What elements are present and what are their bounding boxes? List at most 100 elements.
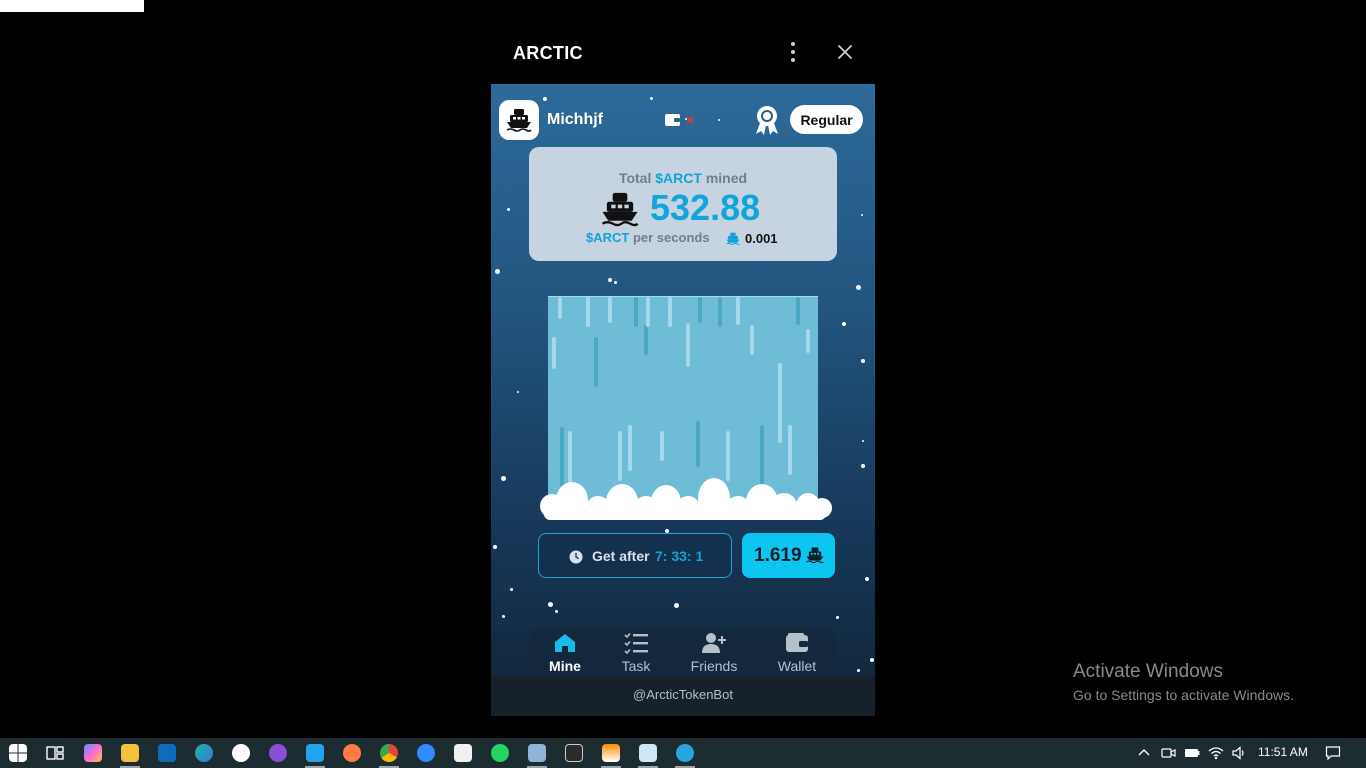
- ice-drip: [698, 297, 702, 323]
- task-view-icon[interactable]: [46, 744, 64, 762]
- snowflake: [502, 615, 505, 618]
- window-title: ARCTIC: [513, 43, 583, 63]
- ice-drip: [646, 297, 650, 327]
- system-clock[interactable]: 11:51 AM: [1258, 745, 1308, 759]
- snowflake: [856, 285, 861, 290]
- clock-icon: [569, 550, 583, 564]
- avatar[interactable]: [499, 100, 539, 140]
- ship-icon: [726, 232, 740, 245]
- timer-label: Get after: [592, 548, 650, 564]
- snowflake: [718, 119, 720, 121]
- nav-item-wallet[interactable]: Wallet: [762, 627, 832, 675]
- timer-value: 7: 33: 1: [655, 548, 704, 564]
- ice-drip: [788, 425, 792, 475]
- nav-item-task[interactable]: Task: [601, 627, 671, 675]
- app-icon[interactable]: [343, 744, 361, 762]
- whatsapp-icon[interactable]: [491, 744, 509, 762]
- file-explorer-icon[interactable]: [121, 744, 139, 762]
- total-mined-card: Total $ARCT mined 532.88 $ARCT per secon…: [529, 147, 837, 261]
- total-prefix: Total: [618, 170, 652, 186]
- home-icon: [555, 634, 575, 652]
- ice-drip: [778, 363, 782, 443]
- wallet-disconnected-icon[interactable]: [665, 112, 699, 128]
- vscode-icon[interactable]: [306, 744, 324, 762]
- username: Michhjf: [547, 111, 603, 128]
- terminal-icon[interactable]: [565, 744, 583, 762]
- nav-label-mine: Mine: [549, 658, 581, 674]
- window-header: ARCTIC: [491, 24, 875, 84]
- snowflake: [501, 476, 506, 481]
- snowflake: [555, 610, 558, 613]
- add-friend-icon: [702, 633, 726, 653]
- total-mined-label: Total $ARCT mined: [529, 170, 837, 186]
- ice-drip: [628, 425, 632, 471]
- start-icon[interactable]: [9, 744, 27, 762]
- chrome-icon[interactable]: [380, 744, 398, 762]
- snowflake: [548, 602, 553, 607]
- store-icon[interactable]: [454, 744, 472, 762]
- total-suffix: mined: [705, 170, 748, 186]
- notification-icon[interactable]: [1325, 745, 1341, 761]
- award-icon[interactable]: [753, 104, 781, 136]
- ice-block[interactable]: [548, 296, 818, 506]
- more-vertical-icon[interactable]: [781, 40, 805, 64]
- ice-drip: [618, 431, 622, 481]
- volume-icon[interactable]: [1231, 745, 1247, 761]
- app-icon[interactable]: [232, 744, 250, 762]
- mining-rate-value: 0.001: [745, 231, 778, 246]
- battery-icon[interactable]: [1184, 745, 1200, 761]
- nav-label-wallet: Wallet: [777, 658, 817, 674]
- outlook-icon[interactable]: [158, 744, 176, 762]
- bot-handle[interactable]: @ArcticTokenBot: [491, 676, 875, 716]
- snow-pile: [540, 478, 832, 520]
- ice-drip: [668, 297, 672, 327]
- token-name: $ARCT: [655, 170, 702, 186]
- snowflake: [862, 440, 864, 442]
- ice-drip: [718, 297, 722, 327]
- github-desktop-icon[interactable]: [269, 744, 287, 762]
- camera-icon[interactable]: [1160, 745, 1176, 761]
- snowflake: [507, 208, 510, 211]
- nav-label-task: Task: [621, 658, 651, 674]
- zoom-icon[interactable]: [417, 744, 435, 762]
- notepad-icon[interactable]: [639, 744, 657, 762]
- ice-drip: [558, 297, 562, 319]
- nav-label-friends: Friends: [690, 658, 738, 674]
- rank-badge[interactable]: Regular: [790, 105, 863, 134]
- snowflake: [857, 669, 860, 672]
- snowflake: [608, 278, 612, 282]
- copilot-icon[interactable]: [84, 744, 102, 762]
- chevron-up-icon[interactable]: [1136, 745, 1152, 761]
- ice-drip: [608, 297, 612, 323]
- edge-icon[interactable]: [195, 744, 213, 762]
- nav-item-mine[interactable]: Mine: [530, 627, 600, 675]
- ice-drip: [736, 297, 740, 325]
- telegram-icon[interactable]: [676, 744, 694, 762]
- remote-desktop-icon[interactable]: [528, 744, 546, 762]
- ice-drip: [586, 297, 590, 327]
- ship-icon: [806, 547, 824, 564]
- activate-windows-watermark: Activate Windows Go to Settings to activ…: [1073, 661, 1294, 703]
- rate-suffix: per seconds: [632, 230, 710, 245]
- wifi-icon[interactable]: [1208, 745, 1224, 761]
- checklist-icon: [624, 632, 648, 654]
- snowflake: [543, 97, 547, 101]
- claim-amount: 1.619: [754, 545, 802, 566]
- taskbar: 11:51 AM: [0, 738, 1366, 768]
- telegram-mini-app-window: ARCTIC Michhjf Regular Total $ARCT mined…: [491, 24, 875, 716]
- snowflake: [674, 603, 679, 608]
- nav-item-friends[interactable]: Friends: [679, 627, 749, 675]
- snowflake: [650, 97, 653, 100]
- ice-drip: [552, 337, 556, 369]
- arctic-app: Michhjf Regular Total $ARCT mined 532.88…: [491, 84, 875, 716]
- rate-token: $ARCT: [586, 230, 630, 245]
- ice-drip: [594, 337, 598, 387]
- vlc-icon[interactable]: [602, 744, 620, 762]
- mining-timer-button[interactable]: Get after 7: 33: 1: [538, 533, 732, 578]
- claim-button[interactable]: 1.619: [742, 533, 835, 578]
- snowflake: [842, 322, 846, 326]
- snowflake: [861, 464, 865, 468]
- close-icon[interactable]: [833, 40, 857, 64]
- ice-drip: [696, 421, 700, 467]
- ice-drip: [686, 323, 690, 367]
